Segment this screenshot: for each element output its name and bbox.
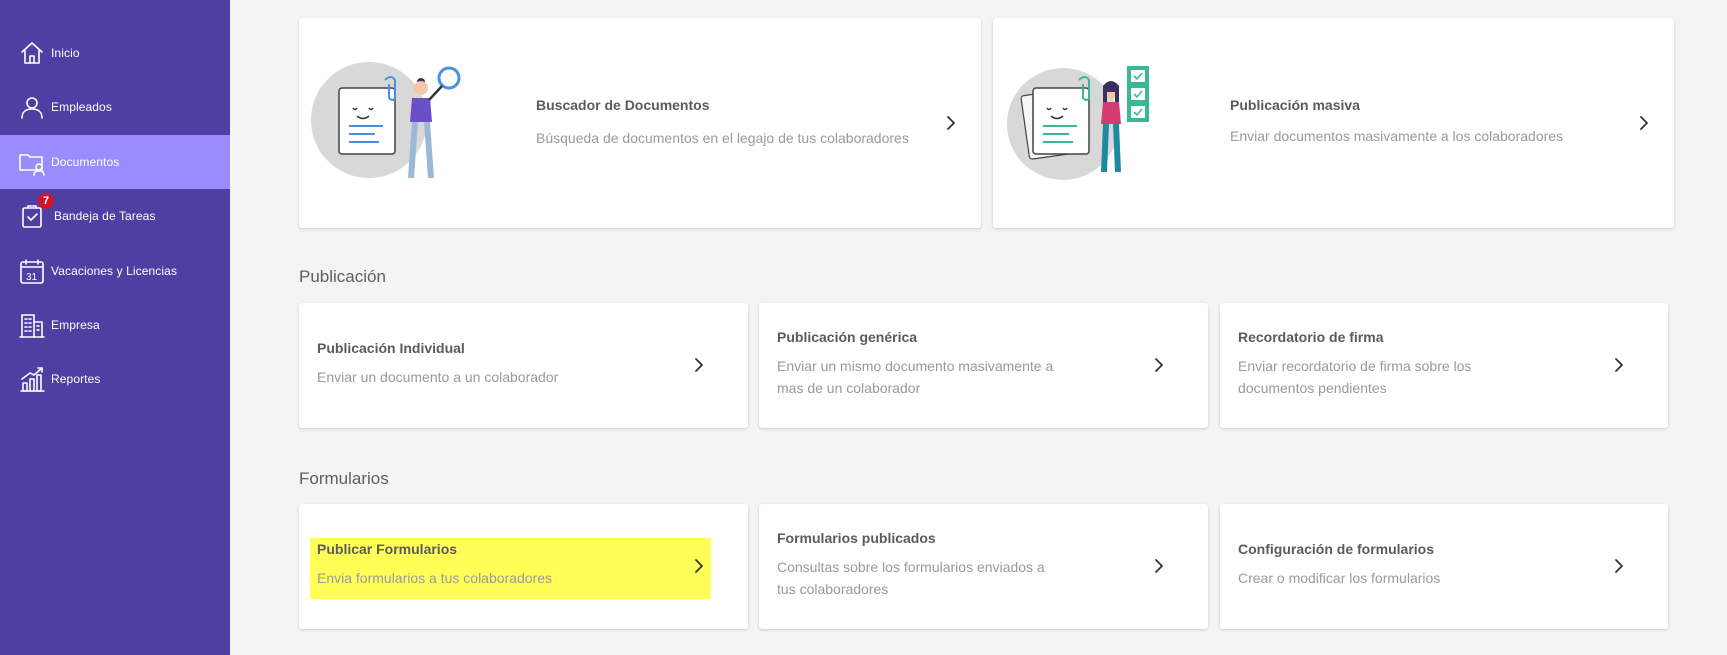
sidebar-item-empresa[interactable]: Empresa: [0, 298, 230, 352]
card-description: Enviar un documento a un colaborador: [317, 369, 559, 385]
chevron-right-icon: [1612, 357, 1626, 373]
building-icon: [18, 311, 46, 339]
chevron-right-icon: [1637, 115, 1651, 131]
svg-text:31: 31: [26, 272, 38, 283]
sidebar-item-reportes[interactable]: Reportes: [0, 352, 230, 406]
calendar-icon: 31: [18, 257, 46, 285]
clipboard-check-icon: 7: [18, 193, 54, 230]
card-title: Formularios publicados: [777, 530, 936, 546]
sidebar-item-vacaciones-y-licencias[interactable]: 31 Vacaciones y Licencias: [0, 244, 230, 298]
sidebar-item-label: Inicio: [51, 46, 80, 60]
document-search-illustration: [311, 62, 461, 179]
sidebar-item-documentos[interactable]: Documentos: [0, 135, 230, 189]
section-title-formularios: Formularios: [299, 469, 389, 488]
section-title-publicacion: Publicación: [299, 267, 386, 286]
card-description: Búsqueda de documentos en el legajo de t…: [536, 130, 909, 146]
publicar-formularios-card[interactable]: Publicar Formularios Envia formularios a…: [299, 504, 748, 629]
chart-growth-icon: [18, 365, 46, 393]
sidebar-item-label: Bandeja de Tareas: [54, 209, 156, 223]
card-title: Configuración de formularios: [1238, 541, 1435, 557]
chevron-right-icon: [692, 357, 706, 373]
buscador-documentos-card[interactable]: Buscador de Documentos Búsqueda de docum…: [299, 18, 981, 228]
card-title: Buscador de Documentos: [536, 97, 710, 113]
sidebar-item-empleados[interactable]: Empleados: [0, 80, 230, 134]
sidebar: Inicio Empleados Documentos 7 Bandeja de…: [0, 0, 230, 655]
home-icon: [18, 39, 46, 67]
card-title: Publicación Individual: [317, 340, 465, 356]
sidebar-item-bandeja-de-tareas[interactable]: 7 Bandeja de Tareas: [0, 189, 230, 243]
card-title: Recordatorio de firma: [1238, 329, 1384, 345]
card-description: Enviar recordatorio de firma sobre los d…: [1238, 358, 1472, 396]
formularios-publicados-card[interactable]: Formularios publicados Consultas sobre l…: [759, 504, 1208, 629]
sidebar-item-label: Empresa: [51, 318, 100, 332]
sidebar-item-label: Empleados: [51, 100, 112, 114]
chevron-right-icon: [944, 115, 958, 131]
user-icon: [18, 93, 46, 121]
sidebar-item-label: Documentos: [51, 155, 120, 169]
card-description: Crear o modificar los formularios: [1238, 570, 1441, 586]
sidebar-item-label: Vacaciones y Licencias: [51, 264, 178, 278]
configuracion-formularios-card[interactable]: Configuración de formularios Crear o mod…: [1220, 504, 1668, 629]
card-title: Publicación masiva: [1230, 97, 1360, 113]
card-description: Envia formularios a tus colaboradores: [317, 570, 553, 586]
chevron-right-icon: [692, 558, 706, 574]
card-description: Enviar documentos masivamente a los cola…: [1230, 128, 1564, 144]
recordatorio-firma-card[interactable]: Recordatorio de firma Enviar recordatori…: [1220, 303, 1668, 428]
card-title: Publicar Formularios: [317, 541, 458, 557]
chevron-right-icon: [1152, 357, 1166, 373]
chevron-right-icon: [1612, 558, 1626, 574]
publicacion-individual-card[interactable]: Publicación Individual Enviar un documen…: [299, 303, 748, 428]
publicacion-masiva-card[interactable]: Publicación masiva Enviar documentos mas…: [993, 18, 1674, 228]
folder-user-icon: [18, 148, 46, 176]
tasks-count-badge: 7: [38, 193, 54, 209]
chevron-right-icon: [1152, 558, 1166, 574]
publicacion-generica-card[interactable]: Publicación genérica Enviar un mismo doc…: [759, 303, 1208, 428]
bulk-publish-illustration: [1007, 66, 1149, 180]
sidebar-item-inicio[interactable]: Inicio: [0, 26, 230, 80]
card-title: Publicación genérica: [777, 329, 918, 345]
card-description: Enviar un mismo documento masivamente a …: [777, 358, 1054, 396]
card-description: Consultas sobre los formularios enviados…: [777, 559, 1045, 597]
sidebar-item-label: Reportes: [51, 372, 101, 386]
